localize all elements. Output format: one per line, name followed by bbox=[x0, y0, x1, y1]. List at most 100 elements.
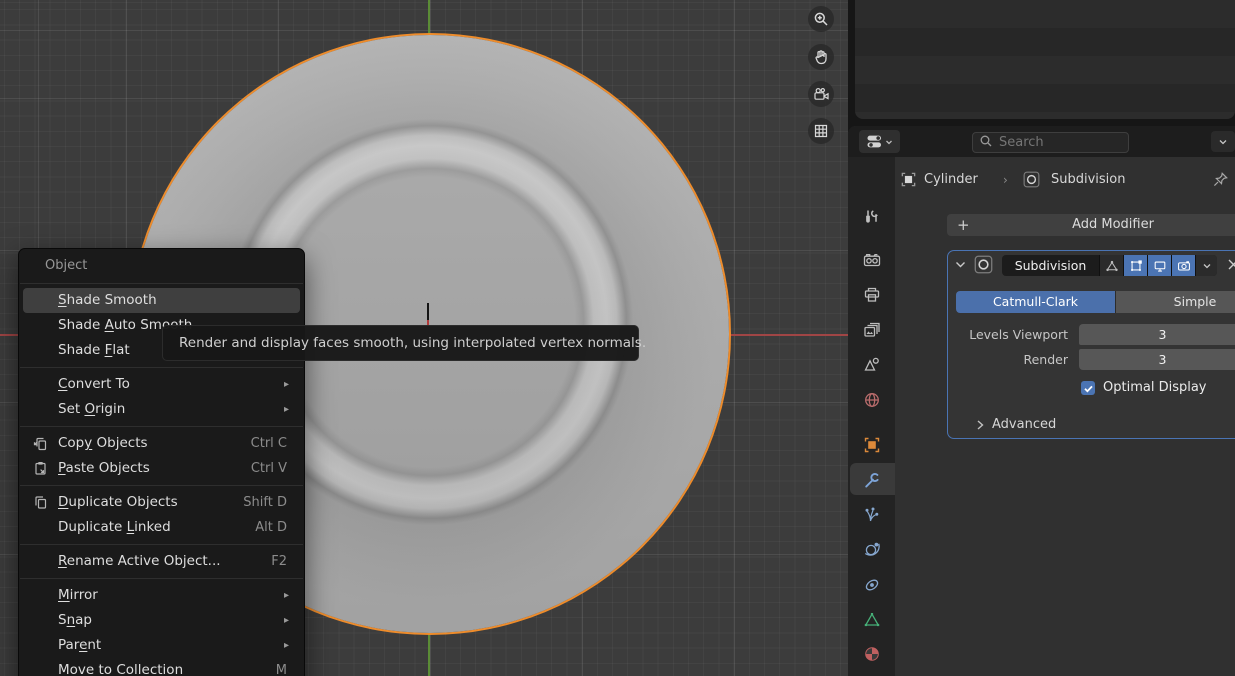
tab-view-layer[interactable] bbox=[861, 319, 882, 340]
menu-item-move-to-collection[interactable]: Move to Collection M bbox=[23, 658, 300, 676]
menu-item-rename-active-object[interactable]: Rename Active Object... F2 bbox=[23, 549, 300, 574]
magnifier-plus-icon bbox=[813, 11, 829, 27]
menu-item-shortcut: F2 bbox=[271, 549, 300, 574]
copy-icon bbox=[32, 435, 49, 452]
menu-item-copy-objects[interactable]: Copy Objects Ctrl C bbox=[23, 431, 300, 456]
menu-item-shortcut: Shift D bbox=[243, 490, 300, 515]
menu-separator bbox=[20, 367, 303, 368]
breadcrumb: Cylinder › Subdivision bbox=[895, 166, 1235, 194]
toggle-on-cage-display[interactable] bbox=[1123, 255, 1147, 276]
tooltip-text: Render and display faces smooth, using i… bbox=[179, 335, 646, 351]
menu-item-set-origin[interactable]: Set Origin ▸ bbox=[23, 397, 300, 422]
menu-item-duplicate-linked[interactable]: Duplicate Linked Alt D bbox=[23, 515, 300, 540]
submenu-arrow-icon: ▸ bbox=[284, 633, 300, 658]
subdivision-modifier-icon bbox=[1023, 171, 1040, 188]
breadcrumb-separator: › bbox=[1003, 166, 1008, 194]
menu-item-shade-smooth[interactable]: Shade Smooth bbox=[23, 288, 300, 313]
tooltip: Render and display faces smooth, using i… bbox=[162, 325, 639, 361]
menu-item-label: Move to Collection bbox=[58, 658, 183, 676]
submenu-arrow-icon: ▸ bbox=[284, 397, 300, 422]
panel-expand-chevron-icon[interactable] bbox=[954, 258, 967, 271]
zoom-gizmo-button[interactable] bbox=[808, 6, 834, 32]
tab-modifiers[interactable] bbox=[861, 470, 882, 491]
menu-item-label: Convert To bbox=[58, 372, 130, 397]
pin-icon[interactable] bbox=[1212, 171, 1229, 188]
simple-button[interactable]: Simple bbox=[1115, 291, 1235, 313]
pan-gizmo-button[interactable] bbox=[808, 44, 834, 70]
menu-item-label: Copy Objects bbox=[58, 431, 148, 456]
tab-material[interactable] bbox=[861, 643, 882, 664]
mouse-cursor bbox=[427, 303, 429, 320]
menu-item-convert-to[interactable]: Convert To ▸ bbox=[23, 372, 300, 397]
chevron-down-icon bbox=[885, 138, 893, 146]
duplicate-icon bbox=[32, 494, 49, 511]
chevron-down-icon bbox=[1218, 137, 1228, 147]
menu-item-snap[interactable]: Snap ▸ bbox=[23, 608, 300, 633]
tab-physics[interactable] bbox=[861, 538, 882, 559]
levels-render-field[interactable]: 3 bbox=[1079, 349, 1235, 370]
advanced-label: Advanced bbox=[992, 413, 1056, 437]
outliner-panel[interactable] bbox=[855, 0, 1235, 119]
menu-item-shortcut: Ctrl C bbox=[251, 431, 300, 456]
modifier-name-bar: Subdivision bbox=[1002, 255, 1217, 276]
breadcrumb-modifier-name[interactable]: Subdivision bbox=[1051, 166, 1126, 194]
optimal-display-checkbox[interactable] bbox=[1081, 381, 1095, 395]
menu-item-label: Shade Flat bbox=[58, 338, 130, 363]
catmull-clark-button[interactable]: Catmull-Clark bbox=[956, 291, 1115, 313]
editor-type-button[interactable] bbox=[859, 130, 900, 153]
toggle-realtime-display[interactable] bbox=[1147, 255, 1171, 276]
tab-particles[interactable] bbox=[861, 504, 882, 525]
tab-object[interactable] bbox=[861, 434, 882, 455]
menu-item-parent[interactable]: Parent ▸ bbox=[23, 633, 300, 658]
menu-separator bbox=[20, 485, 303, 486]
search-box bbox=[972, 131, 1129, 152]
menu-item-label: Snap bbox=[58, 608, 92, 633]
chevron-right-icon bbox=[974, 419, 986, 431]
menu-item-label: Parent bbox=[58, 633, 101, 658]
context-menu-title: Object bbox=[19, 253, 304, 279]
menu-item-label: Set Origin bbox=[58, 397, 125, 422]
add-modifier-button[interactable]: + Add Modifier bbox=[947, 214, 1235, 236]
properties-sliders-icon bbox=[866, 133, 883, 150]
tab-output[interactable] bbox=[861, 284, 882, 305]
add-modifier-label: Add Modifier bbox=[1072, 217, 1154, 232]
tab-constraints[interactable] bbox=[861, 574, 882, 595]
menu-item-shortcut: Alt D bbox=[255, 515, 300, 540]
movie-camera-icon bbox=[813, 86, 830, 103]
render-label: Render bbox=[948, 349, 1068, 370]
tab-object-data[interactable] bbox=[861, 609, 882, 630]
projection-gizmo-button[interactable] bbox=[808, 118, 834, 144]
menu-item-shortcut: M bbox=[276, 658, 300, 676]
modifier-extras-dropdown[interactable] bbox=[1195, 255, 1217, 276]
menu-separator bbox=[20, 578, 303, 579]
tab-render[interactable] bbox=[861, 249, 882, 270]
menu-separator bbox=[20, 426, 303, 427]
menu-separator bbox=[20, 544, 303, 545]
tab-world[interactable] bbox=[861, 389, 882, 410]
toggle-render-display[interactable] bbox=[1171, 255, 1195, 276]
levels-viewport-field[interactable]: 3 bbox=[1079, 324, 1235, 345]
menu-item-label: Duplicate Linked bbox=[58, 515, 171, 540]
advanced-section-header[interactable]: Advanced bbox=[948, 413, 1235, 437]
menu-item-duplicate-objects[interactable]: Duplicate Objects Shift D bbox=[23, 490, 300, 515]
object-icon bbox=[900, 171, 917, 188]
menu-item-mirror[interactable]: Mirror ▸ bbox=[23, 583, 300, 608]
grid-icon bbox=[813, 123, 829, 139]
menu-item-label: Shade Smooth bbox=[58, 288, 157, 313]
object-context-menu: Object Shade Smooth Shade Auto Smooth Sh… bbox=[18, 248, 305, 676]
menu-item-paste-objects[interactable]: Paste Objects Ctrl V bbox=[23, 456, 300, 481]
modifier-name-field[interactable]: Subdivision bbox=[1002, 255, 1099, 276]
search-input[interactable] bbox=[972, 132, 1129, 153]
header-menu-button[interactable] bbox=[1211, 131, 1235, 152]
tab-scene[interactable] bbox=[861, 354, 882, 375]
camera-view-gizmo-button[interactable] bbox=[808, 81, 834, 107]
paste-icon bbox=[32, 460, 49, 477]
properties-header-bar bbox=[848, 126, 1235, 157]
close-icon[interactable] bbox=[1226, 257, 1235, 272]
subdivision-modifier-icon bbox=[974, 255, 993, 274]
menu-item-label: Duplicate Objects bbox=[58, 490, 178, 515]
toggle-edit-mode-display[interactable] bbox=[1099, 255, 1123, 276]
tab-tool[interactable] bbox=[861, 206, 882, 227]
breadcrumb-object-name[interactable]: Cylinder bbox=[924, 166, 978, 194]
optimal-display-label: Optimal Display bbox=[1103, 377, 1207, 399]
